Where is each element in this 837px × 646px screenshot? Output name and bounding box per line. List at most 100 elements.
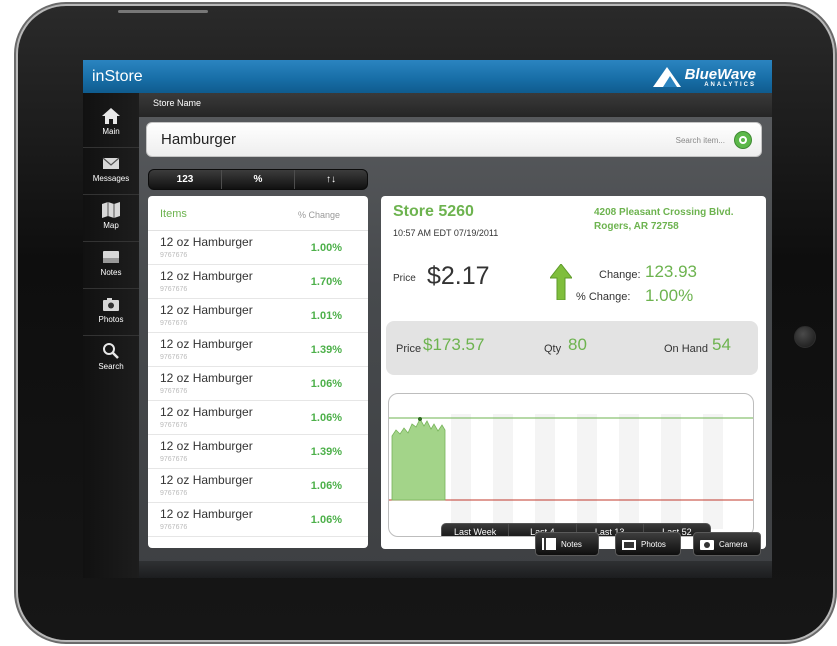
notes-button-label: Notes — [561, 539, 582, 549]
item-pct-change: 1.06% — [310, 378, 342, 390]
item-pct-change: 1.39% — [310, 344, 342, 356]
list-item[interactable]: 12 oz Hamburger 9767676 1.06% — [148, 469, 368, 503]
store-address-line2: Rogers, AR 72758 — [594, 221, 679, 232]
segment-sort[interactable]: ↑↓ — [295, 170, 367, 189]
item-pct-change: 1.70% — [310, 276, 342, 288]
list-header-change: % Change — [297, 210, 340, 220]
search-input[interactable]: Hamburger Search item... — [146, 122, 762, 157]
item-sku: 9767676 — [160, 524, 188, 531]
item-sku: 9767676 — [160, 252, 188, 259]
top-bar: inStore BlueWave ANALYTICS — [83, 60, 772, 93]
item-name: 12 oz Hamburger — [160, 269, 253, 283]
list-item[interactable]: 12 oz Hamburger 9767676 1.00% — [148, 231, 368, 265]
store-name-label: Store Name — [153, 98, 202, 108]
sidebar-item-messages[interactable]: Messages — [83, 148, 139, 194]
list-header: Items % Change — [148, 196, 368, 231]
sidebar-item-label: Map — [103, 221, 119, 230]
camera-icon — [103, 298, 119, 311]
price-chart: Last Week Last 4 Last 13 Last 52 — [388, 393, 754, 537]
item-name: 12 oz Hamburger — [160, 371, 253, 385]
brand-name: BlueWave — [684, 65, 756, 83]
item-sku: 9767676 — [160, 354, 188, 361]
item-sku: 9767676 — [160, 422, 188, 429]
item-pct-change: 1.06% — [310, 480, 342, 492]
item-name: 12 oz Hamburger — [160, 337, 253, 351]
sidebar-item-label: Photos — [98, 315, 124, 324]
stats-box: Price $173.57 Qty 80 On Hand 54 — [386, 321, 758, 375]
camera-icon — [700, 540, 714, 550]
store-number: Store 5260 — [393, 203, 474, 220]
photos-button-label: Photos — [641, 539, 666, 549]
store-address-line1: 4208 Pleasant Crossing Blvd. — [594, 207, 734, 218]
camera-button[interactable]: Camera — [693, 532, 761, 556]
item-name: 12 oz Hamburger — [160, 439, 253, 453]
chart-marker — [418, 417, 422, 421]
frame-highlight — [118, 10, 208, 13]
segment-percent[interactable]: % — [222, 170, 295, 189]
up-arrow-icon — [550, 264, 572, 300]
item-name: 12 oz Hamburger — [160, 473, 253, 487]
chart-columns — [451, 414, 723, 529]
list-item[interactable]: 12 oz Hamburger 9767676 1.39% — [148, 435, 368, 469]
photos-icon — [622, 540, 636, 550]
store-timestamp: 10:57 AM EDT 07/19/2011 — [393, 228, 499, 238]
sidebar-item-photos[interactable]: Photos — [83, 289, 139, 335]
sidebar-item-search[interactable]: Search — [83, 336, 139, 382]
search-value: Hamburger — [161, 131, 237, 148]
bottom-bar — [139, 561, 772, 578]
brand-subtitle: ANALYTICS — [704, 81, 756, 88]
change-label: Change: — [599, 269, 641, 281]
item-sku: 9767676 — [160, 388, 188, 395]
sort-segmented-control: 123 % ↑↓ — [148, 169, 368, 190]
sidebar-item-label: Messages — [92, 174, 130, 183]
list-item[interactable]: 12 oz Hamburger 9767676 1.39% — [148, 333, 368, 367]
brand-mark-icon — [652, 67, 681, 87]
total-price-value: $173.57 — [423, 335, 485, 354]
list-item[interactable]: 12 oz Hamburger 9767676 1.06% — [148, 401, 368, 435]
tab-last-week[interactable]: Last Week — [442, 524, 510, 536]
item-name: 12 oz Hamburger — [160, 507, 253, 521]
notes-icon — [542, 538, 556, 550]
sidebar-item-main[interactable]: Main — [83, 101, 139, 147]
item-sku: 9767676 — [160, 320, 188, 327]
on-hand-value: 54 — [712, 335, 731, 354]
sidebar-nav: Main Messages Map Notes Photos Search — [83, 93, 139, 578]
sidebar-item-label: Main — [102, 127, 120, 136]
qty-value: 80 — [568, 335, 587, 354]
item-pct-change: 1.06% — [310, 412, 342, 424]
list-item[interactable]: 12 oz Hamburger 9767676 1.06% — [148, 367, 368, 401]
segment-number[interactable]: 123 — [149, 170, 222, 189]
list-item[interactable]: 12 oz Hamburger 9767676 1.06% — [148, 503, 368, 537]
search-icon — [103, 343, 119, 359]
item-sku: 9767676 — [160, 286, 188, 293]
price-label: Price — [393, 273, 416, 284]
list-item[interactable]: 12 oz Hamburger 9767676 1.70% — [148, 265, 368, 299]
sidebar-item-label: Search — [98, 362, 124, 371]
item-name: 12 oz Hamburger — [160, 303, 253, 317]
photos-button[interactable]: Photos — [615, 532, 681, 556]
item-name: 12 oz Hamburger — [160, 235, 253, 249]
sidebar-item-label: Notes — [100, 268, 122, 277]
chart-area — [391, 418, 446, 501]
map-icon — [102, 202, 120, 218]
search-go-button[interactable] — [734, 131, 752, 149]
brand-logo: BlueWave ANALYTICS — [652, 65, 756, 89]
item-sku: 9767676 — [160, 490, 188, 497]
list-header-items: Items — [160, 208, 187, 220]
store-detail-panel: Store 5260 10:57 AM EDT 07/19/2011 4208 … — [381, 196, 766, 549]
sidebar-item-notes[interactable]: Notes — [83, 242, 139, 288]
list-item[interactable]: 12 oz Hamburger 9767676 1.01% — [148, 299, 368, 333]
item-pct-change: 1.39% — [310, 446, 342, 458]
sidebar-item-map[interactable]: Map — [83, 195, 139, 241]
item-pct-change: 1.00% — [310, 242, 342, 254]
pct-change-value: 1.00% — [645, 286, 694, 305]
item-list: Items % Change 12 oz Hamburger 9767676 1.0… — [148, 196, 368, 548]
home-button[interactable] — [794, 326, 816, 348]
item-pct-change: 1.01% — [310, 310, 342, 322]
app-screen: inStore BlueWave ANALYTICS Main Messages… — [83, 60, 772, 578]
app-title: inStore — [92, 68, 143, 85]
home-icon — [102, 108, 120, 124]
notes-button[interactable]: Notes — [535, 532, 599, 556]
item-sku: 9767676 — [160, 456, 188, 463]
mail-icon — [102, 157, 120, 169]
